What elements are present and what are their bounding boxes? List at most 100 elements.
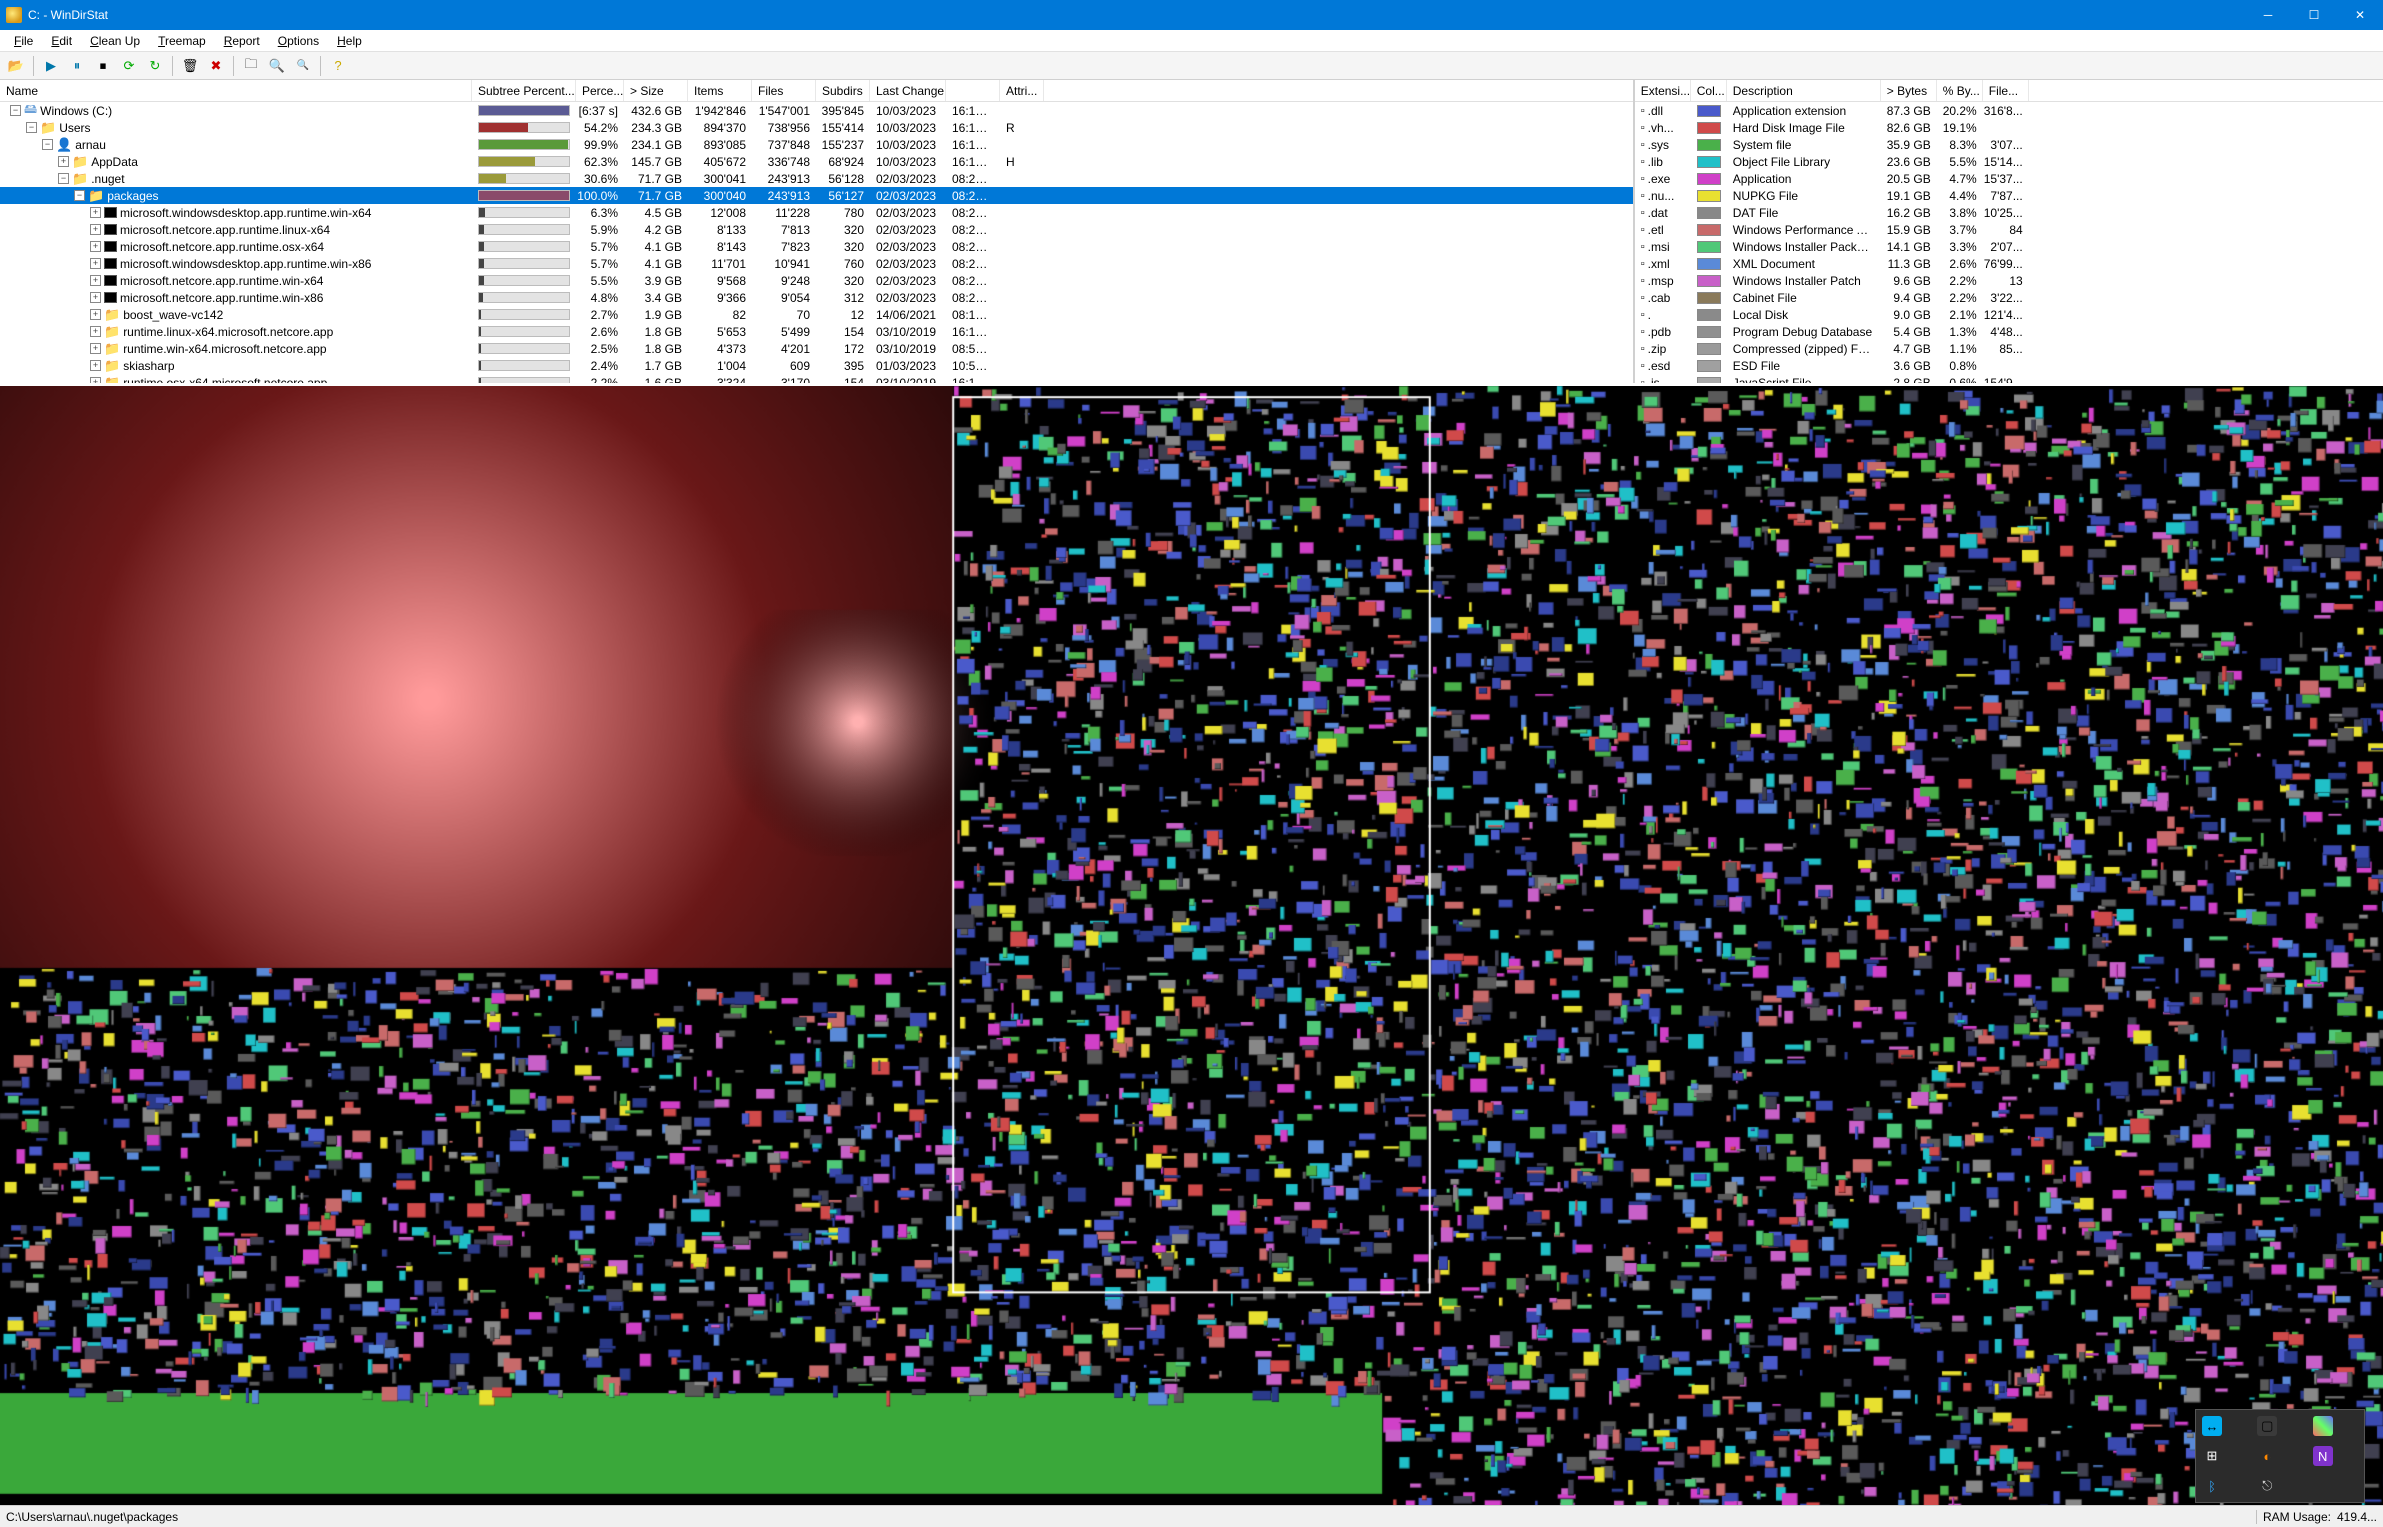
menu-cleanup[interactable]: Clean Up: [82, 32, 148, 50]
ext-row[interactable]: ▫.dat DAT File 16.2 GB 3.8% 10'25...: [1635, 204, 2383, 221]
toolbar-pause-icon[interactable]: ⏸: [65, 55, 89, 77]
tree-row[interactable]: +microsoft.windowsdesktop.app.runtime.wi…: [0, 255, 1633, 272]
tray-teamviewer-icon[interactable]: ↔: [2202, 1416, 2222, 1436]
ext-row[interactable]: ▫.zip Compressed (zipped) Folder 4.7 GB …: [1635, 340, 2383, 357]
expander-icon[interactable]: +: [90, 207, 101, 218]
tree-row[interactable]: +📁runtime.osx-x64.microsoft.netcore.app …: [0, 374, 1633, 383]
toolbar-explorer-icon[interactable]: 🗀: [239, 55, 263, 77]
toolbar-stop-icon[interactable]: ⏹: [91, 55, 115, 77]
expander-icon[interactable]: +: [90, 360, 101, 371]
toolbar-help-icon[interactable]: ?: [326, 55, 350, 77]
toolbar-delete-icon[interactable]: ✖: [204, 55, 228, 77]
ext-row[interactable]: ▫.sys System file 35.9 GB 8.3% 3'07...: [1635, 136, 2383, 153]
system-tray-overflow[interactable]: ↔ ▢ ⊞ ◐ N ᛒ ⎋: [2195, 1409, 2365, 1503]
tree-row[interactable]: +microsoft.windowsdesktop.app.runtime.wi…: [0, 204, 1633, 221]
col-lastchange[interactable]: Last Change: [870, 80, 946, 101]
ext-row[interactable]: ▫.esd ESD File 3.6 GB 0.8%: [1635, 357, 2383, 374]
tree-row[interactable]: +📁AppData 62.3% 145.7 GB 405'672 336'748…: [0, 153, 1633, 170]
col-subdirs[interactable]: Subdirs: [816, 80, 870, 101]
expander-icon[interactable]: +: [90, 241, 101, 252]
expander-icon[interactable]: −: [42, 139, 53, 150]
tree-row[interactable]: +📁skiasharp 2.4% 1.7 GB 1'004 609 395 01…: [0, 357, 1633, 374]
toolbar-trash-icon[interactable]: 🗑: [178, 55, 202, 77]
tray-app2-icon[interactable]: [2313, 1416, 2333, 1436]
expander-icon[interactable]: +: [90, 309, 101, 320]
toolbar-zoomin-icon[interactable]: 🔍: [265, 55, 289, 77]
ext-row[interactable]: ▫.dll Application extension 87.3 GB 20.2…: [1635, 102, 2383, 119]
tray-app4-icon[interactable]: ⎋: [2257, 1476, 2277, 1496]
ext-row[interactable]: ▫.msi Windows Installer Package 14.1 GB …: [1635, 238, 2383, 255]
tray-bluetooth-icon[interactable]: ᛒ: [2202, 1476, 2222, 1496]
minimize-button[interactable]: ─: [2245, 0, 2291, 30]
expander-icon[interactable]: −: [58, 173, 69, 184]
tree-row[interactable]: +📁boost_wave-vc142 2.7% 1.9 GB 82 70 12 …: [0, 306, 1633, 323]
tree-row[interactable]: +microsoft.netcore.app.runtime.win-x86 4…: [0, 289, 1633, 306]
tree-row[interactable]: +microsoft.netcore.app.runtime.linux-x64…: [0, 221, 1633, 238]
menu-edit[interactable]: Edit: [43, 32, 80, 50]
tray-app3-icon[interactable]: ◐: [2257, 1446, 2277, 1466]
menu-help[interactable]: Help: [329, 32, 370, 50]
treemap-view[interactable]: [0, 386, 2383, 1505]
tray-app1-icon[interactable]: ▢: [2257, 1416, 2277, 1436]
tree-row[interactable]: +microsoft.netcore.app.runtime.osx-x64 5…: [0, 238, 1633, 255]
col-bytes[interactable]: > Bytes: [1881, 80, 1937, 101]
col-items[interactable]: Items: [688, 80, 752, 101]
ext-row[interactable]: ▫.nu... NUPKG File 19.1 GB 4.4% 7'87...: [1635, 187, 2383, 204]
col-time[interactable]: [946, 80, 1000, 101]
ext-row[interactable]: ▫. Local Disk 9.0 GB 2.1% 121'4...: [1635, 306, 2383, 323]
expander-icon[interactable]: +: [90, 377, 101, 383]
toolbar-open-icon[interactable]: 📂: [4, 55, 28, 77]
expander-icon[interactable]: +: [90, 224, 101, 235]
tree-row[interactable]: +📁runtime.linux-x64.microsoft.netcore.ap…: [0, 323, 1633, 340]
tree-row[interactable]: −👤arnau 99.9% 234.1 GB 893'085 737'848 1…: [0, 136, 1633, 153]
ext-row[interactable]: ▫.xml XML Document 11.3 GB 2.6% 76'99...: [1635, 255, 2383, 272]
expander-icon[interactable]: +: [90, 292, 101, 303]
ext-row[interactable]: ▫.js JavaScript File 2.8 GB 0.6% 154'9..…: [1635, 374, 2383, 383]
tray-app5-icon[interactable]: [2313, 1476, 2333, 1496]
expander-icon[interactable]: +: [58, 156, 69, 167]
col-attr[interactable]: Attri...: [1000, 80, 1044, 101]
col-desc[interactable]: Description: [1727, 80, 1881, 101]
tree-row[interactable]: −📁Users 54.2% 234.3 GB 894'370 738'956 1…: [0, 119, 1633, 136]
expander-icon[interactable]: −: [26, 122, 37, 133]
expander-icon[interactable]: −: [74, 190, 85, 201]
col-files[interactable]: Files: [752, 80, 816, 101]
ext-row[interactable]: ▫.vh... Hard Disk Image File 82.6 GB 19.…: [1635, 119, 2383, 136]
tree-row[interactable]: −📁packages 100.0% 71.7 GB 300'040 243'91…: [0, 187, 1633, 204]
tree-row[interactable]: −📁.nuget 30.6% 71.7 GB 300'041 243'913 5…: [0, 170, 1633, 187]
col-ext[interactable]: Extensi...: [1635, 80, 1691, 101]
expander-icon[interactable]: −: [10, 105, 21, 116]
col-filecount[interactable]: File...: [1983, 80, 2029, 101]
menu-report[interactable]: Report: [216, 32, 268, 50]
col-pctby[interactable]: % By...: [1937, 80, 1983, 101]
menu-treemap[interactable]: Treemap: [150, 32, 214, 50]
extension-list[interactable]: Extensi... Col... Description > Bytes % …: [1635, 80, 2383, 383]
tree-row[interactable]: −🖴Windows (C:) [6:37 s] 432.6 GB 1'942'8…: [0, 102, 1633, 119]
close-button[interactable]: ✕: [2337, 0, 2383, 30]
col-color[interactable]: Col...: [1691, 80, 1727, 101]
toolbar-zoomout-icon[interactable]: 🔍: [291, 55, 315, 77]
toolbar-refresh-icon[interactable]: ⟳: [117, 55, 141, 77]
tray-onenote-icon[interactable]: N: [2313, 1446, 2333, 1466]
expander-icon[interactable]: +: [90, 326, 101, 337]
expander-icon[interactable]: +: [90, 258, 101, 269]
tree-row[interactable]: +microsoft.netcore.app.runtime.win-x64 5…: [0, 272, 1633, 289]
directory-tree[interactable]: Name Subtree Percent... Perce... > Size …: [0, 80, 1635, 383]
tree-row[interactable]: +📁runtime.win-x64.microsoft.netcore.app …: [0, 340, 1633, 357]
menu-file[interactable]: File: [6, 32, 41, 50]
ext-row[interactable]: ▫.cab Cabinet File 9.4 GB 2.2% 3'22...: [1635, 289, 2383, 306]
ext-row[interactable]: ▫.msp Windows Installer Patch 9.6 GB 2.2…: [1635, 272, 2383, 289]
tray-defender-icon[interactable]: ⊞: [2202, 1446, 2222, 1466]
expander-icon[interactable]: +: [90, 275, 101, 286]
col-size[interactable]: > Size: [624, 80, 688, 101]
col-percent[interactable]: Perce...: [576, 80, 624, 101]
toolbar-play-icon[interactable]: ▶: [39, 55, 63, 77]
ext-row[interactable]: ▫.lib Object File Library 23.6 GB 5.5% 1…: [1635, 153, 2383, 170]
ext-row[interactable]: ▫.etl Windows Performance Anal... 15.9 G…: [1635, 221, 2383, 238]
maximize-button[interactable]: ☐: [2291, 0, 2337, 30]
menu-options[interactable]: Options: [270, 32, 327, 50]
expander-icon[interactable]: +: [90, 343, 101, 354]
col-subtree[interactable]: Subtree Percent...: [472, 80, 576, 101]
ext-row[interactable]: ▫.exe Application 20.5 GB 4.7% 15'37...: [1635, 170, 2383, 187]
toolbar-reload-icon[interactable]: ↻: [143, 55, 167, 77]
